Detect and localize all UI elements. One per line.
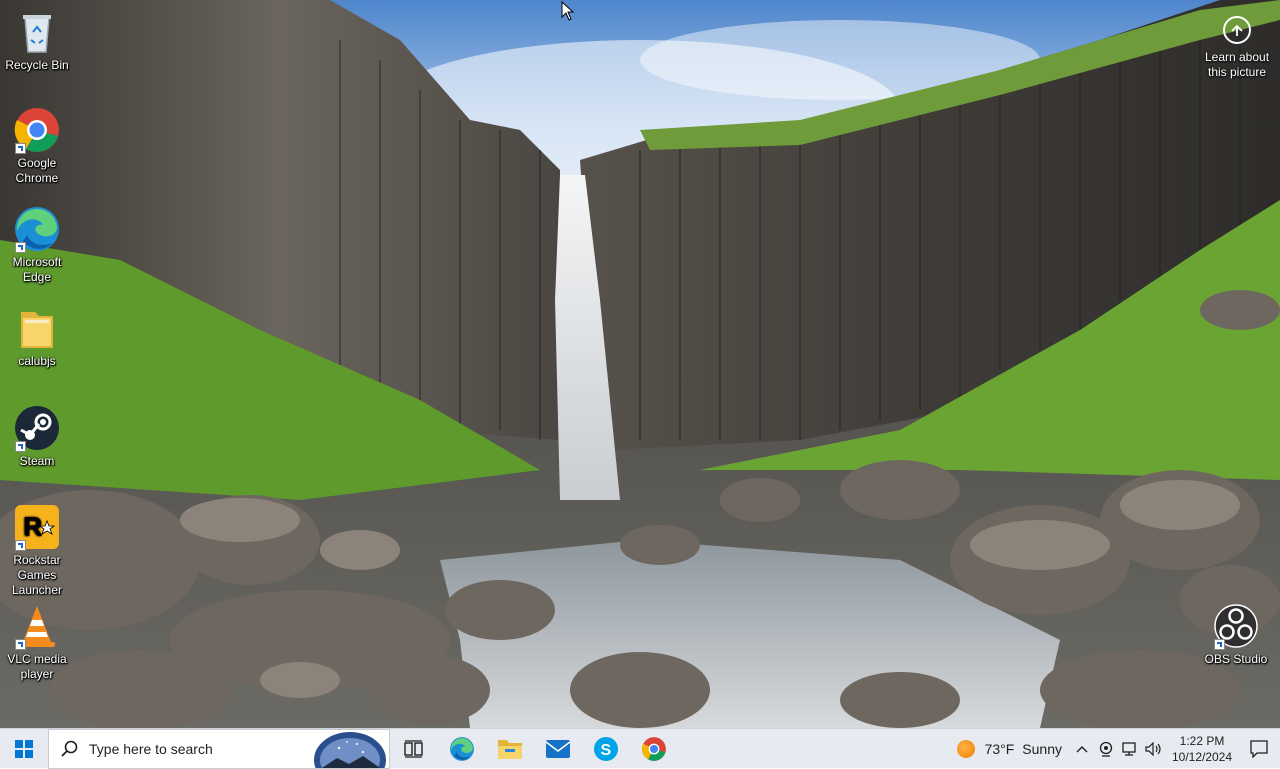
search-placeholder: Type here to search [89, 740, 213, 757]
file-explorer-icon [498, 739, 522, 759]
volume-icon [1145, 741, 1161, 756]
desktop-wallpaper [0, 0, 1280, 728]
desktop-icon-label: Steam [19, 454, 55, 468]
action-center-button[interactable] [1238, 729, 1280, 769]
shortcut-arrow-icon [15, 143, 26, 154]
shortcut-arrow-icon [1214, 639, 1225, 650]
weather-widget[interactable]: 73°F Sunny [949, 729, 1070, 769]
taskbar-chrome-button[interactable] [630, 729, 678, 769]
tray-volume-button[interactable] [1142, 729, 1166, 769]
system-tray [1070, 729, 1166, 769]
desktop-icon-google-chrome[interactable]: Google Chrome [0, 106, 74, 186]
start-button[interactable] [0, 729, 48, 769]
windows-logo-icon [15, 739, 33, 758]
desktop-icon-label: calubjs [18, 354, 56, 368]
taskbar-clock[interactable]: 1:22 PM 10/12/2024 [1166, 733, 1238, 765]
sunny-weather-icon [956, 739, 975, 758]
clock-time: 1:22 PM [1179, 733, 1225, 748]
taskbar-skype-button[interactable]: S [582, 729, 630, 769]
desktop-icon-recycle-bin[interactable]: Recycle Bin [0, 8, 74, 73]
taskbar-mail-button[interactable] [534, 729, 582, 769]
search-highlight-image [311, 729, 389, 768]
shortcut-arrow-icon [15, 540, 26, 551]
desktop-icon-obs-studio[interactable]: OBS Studio [1199, 602, 1273, 667]
desktop-icon-steam[interactable]: Steam [0, 404, 74, 469]
network-icon [1122, 741, 1136, 756]
task-view-icon [404, 739, 423, 758]
weather-temperature: 73°F [984, 740, 1015, 757]
webcam-icon [1099, 741, 1113, 757]
desktop-icon-calubjs[interactable]: calubjs [0, 304, 74, 369]
learn-about-this-picture[interactable]: Learn about this picture [1196, 14, 1278, 80]
taskbar: Type here to search S 73°F Sunny 1:22 PM… [0, 728, 1280, 769]
task-view-button[interactable] [390, 729, 438, 769]
shortcut-arrow-icon [15, 639, 26, 650]
search-icon [61, 740, 78, 757]
vlc-icon [13, 602, 61, 650]
recycle-bin-icon [13, 8, 61, 56]
taskbar-edge-button[interactable] [438, 729, 486, 769]
desktop-icon-label: VLC media player [7, 652, 67, 681]
desktop-icon-label: Microsoft Edge [12, 255, 62, 284]
tray-meet-now-button[interactable] [1094, 729, 1118, 769]
notification-icon [1250, 739, 1268, 758]
show-hidden-icons-button[interactable] [1070, 729, 1094, 769]
shortcut-arrow-icon [15, 242, 26, 253]
svg-text:S: S [601, 742, 612, 759]
desktop-icon-microsoft-edge[interactable]: Microsoft Edge [0, 205, 74, 285]
chrome-icon [641, 736, 666, 761]
taskbar-search-box[interactable]: Type here to search [48, 728, 390, 769]
rockstar-icon: R [13, 503, 61, 551]
desktop-icon-label: Recycle Bin [5, 58, 69, 72]
folder-icon [13, 304, 61, 352]
desktop-icon-label: Rockstar Games Launcher [11, 553, 63, 597]
edge-icon [450, 736, 474, 761]
chrome-icon [13, 106, 61, 154]
obs-icon [1212, 602, 1260, 650]
desktop-icon-rockstar-games-launcher[interactable]: R Rockstar Games Launcher [0, 503, 74, 598]
wallpaper-scene [0, 0, 1280, 728]
svg-text:R: R [23, 511, 42, 541]
skype-icon: S [594, 736, 618, 761]
learn-about-label: Learn about this picture [1204, 50, 1270, 79]
chevron-up-icon [1076, 745, 1088, 752]
tray-network-button[interactable] [1118, 729, 1142, 769]
mouse-cursor-icon [561, 0, 575, 26]
clock-date: 10/12/2024 [1171, 749, 1233, 764]
steam-icon [13, 404, 61, 452]
weather-condition: Sunny [1022, 740, 1062, 757]
desktop-icon-label: Google Chrome [15, 156, 59, 185]
desktop-icon-vlc-media-player[interactable]: VLC media player [0, 602, 74, 682]
camera-info-icon [1223, 16, 1251, 44]
mail-icon [545, 739, 571, 758]
edge-icon [13, 205, 61, 253]
desktop-icon-label: OBS Studio [1204, 652, 1268, 666]
shortcut-arrow-icon [15, 441, 26, 452]
taskbar-file-explorer-button[interactable] [486, 729, 534, 769]
